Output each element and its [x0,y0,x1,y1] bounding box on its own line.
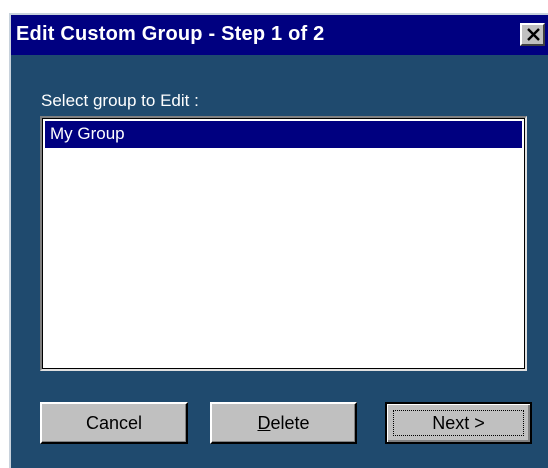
group-listbox[interactable]: My Group [40,116,527,371]
close-button[interactable] [520,23,545,46]
select-group-label: Select group to Edit : [41,91,199,110]
delete-label-rest: elete [270,413,310,433]
cancel-button[interactable]: Cancel [40,402,188,444]
list-item-label: My Group [50,124,125,143]
cancel-button-label: Cancel [85,413,143,433]
delete-mnemonic: D [257,413,271,433]
focus-indicator [393,410,524,436]
next-button[interactable]: Next > [385,402,532,444]
delete-button[interactable]: Delete [210,402,357,444]
window-title: Edit Custom Group - Step 1 of 2 [16,23,325,45]
close-icon [527,28,540,41]
edit-custom-group-dialog: Edit Custom Group - Step 1 of 2 Select g… [9,13,548,468]
list-item[interactable]: My Group [45,121,522,148]
title-bar[interactable]: Edit Custom Group - Step 1 of 2 [11,15,548,55]
delete-button-label: Delete [212,405,355,441]
